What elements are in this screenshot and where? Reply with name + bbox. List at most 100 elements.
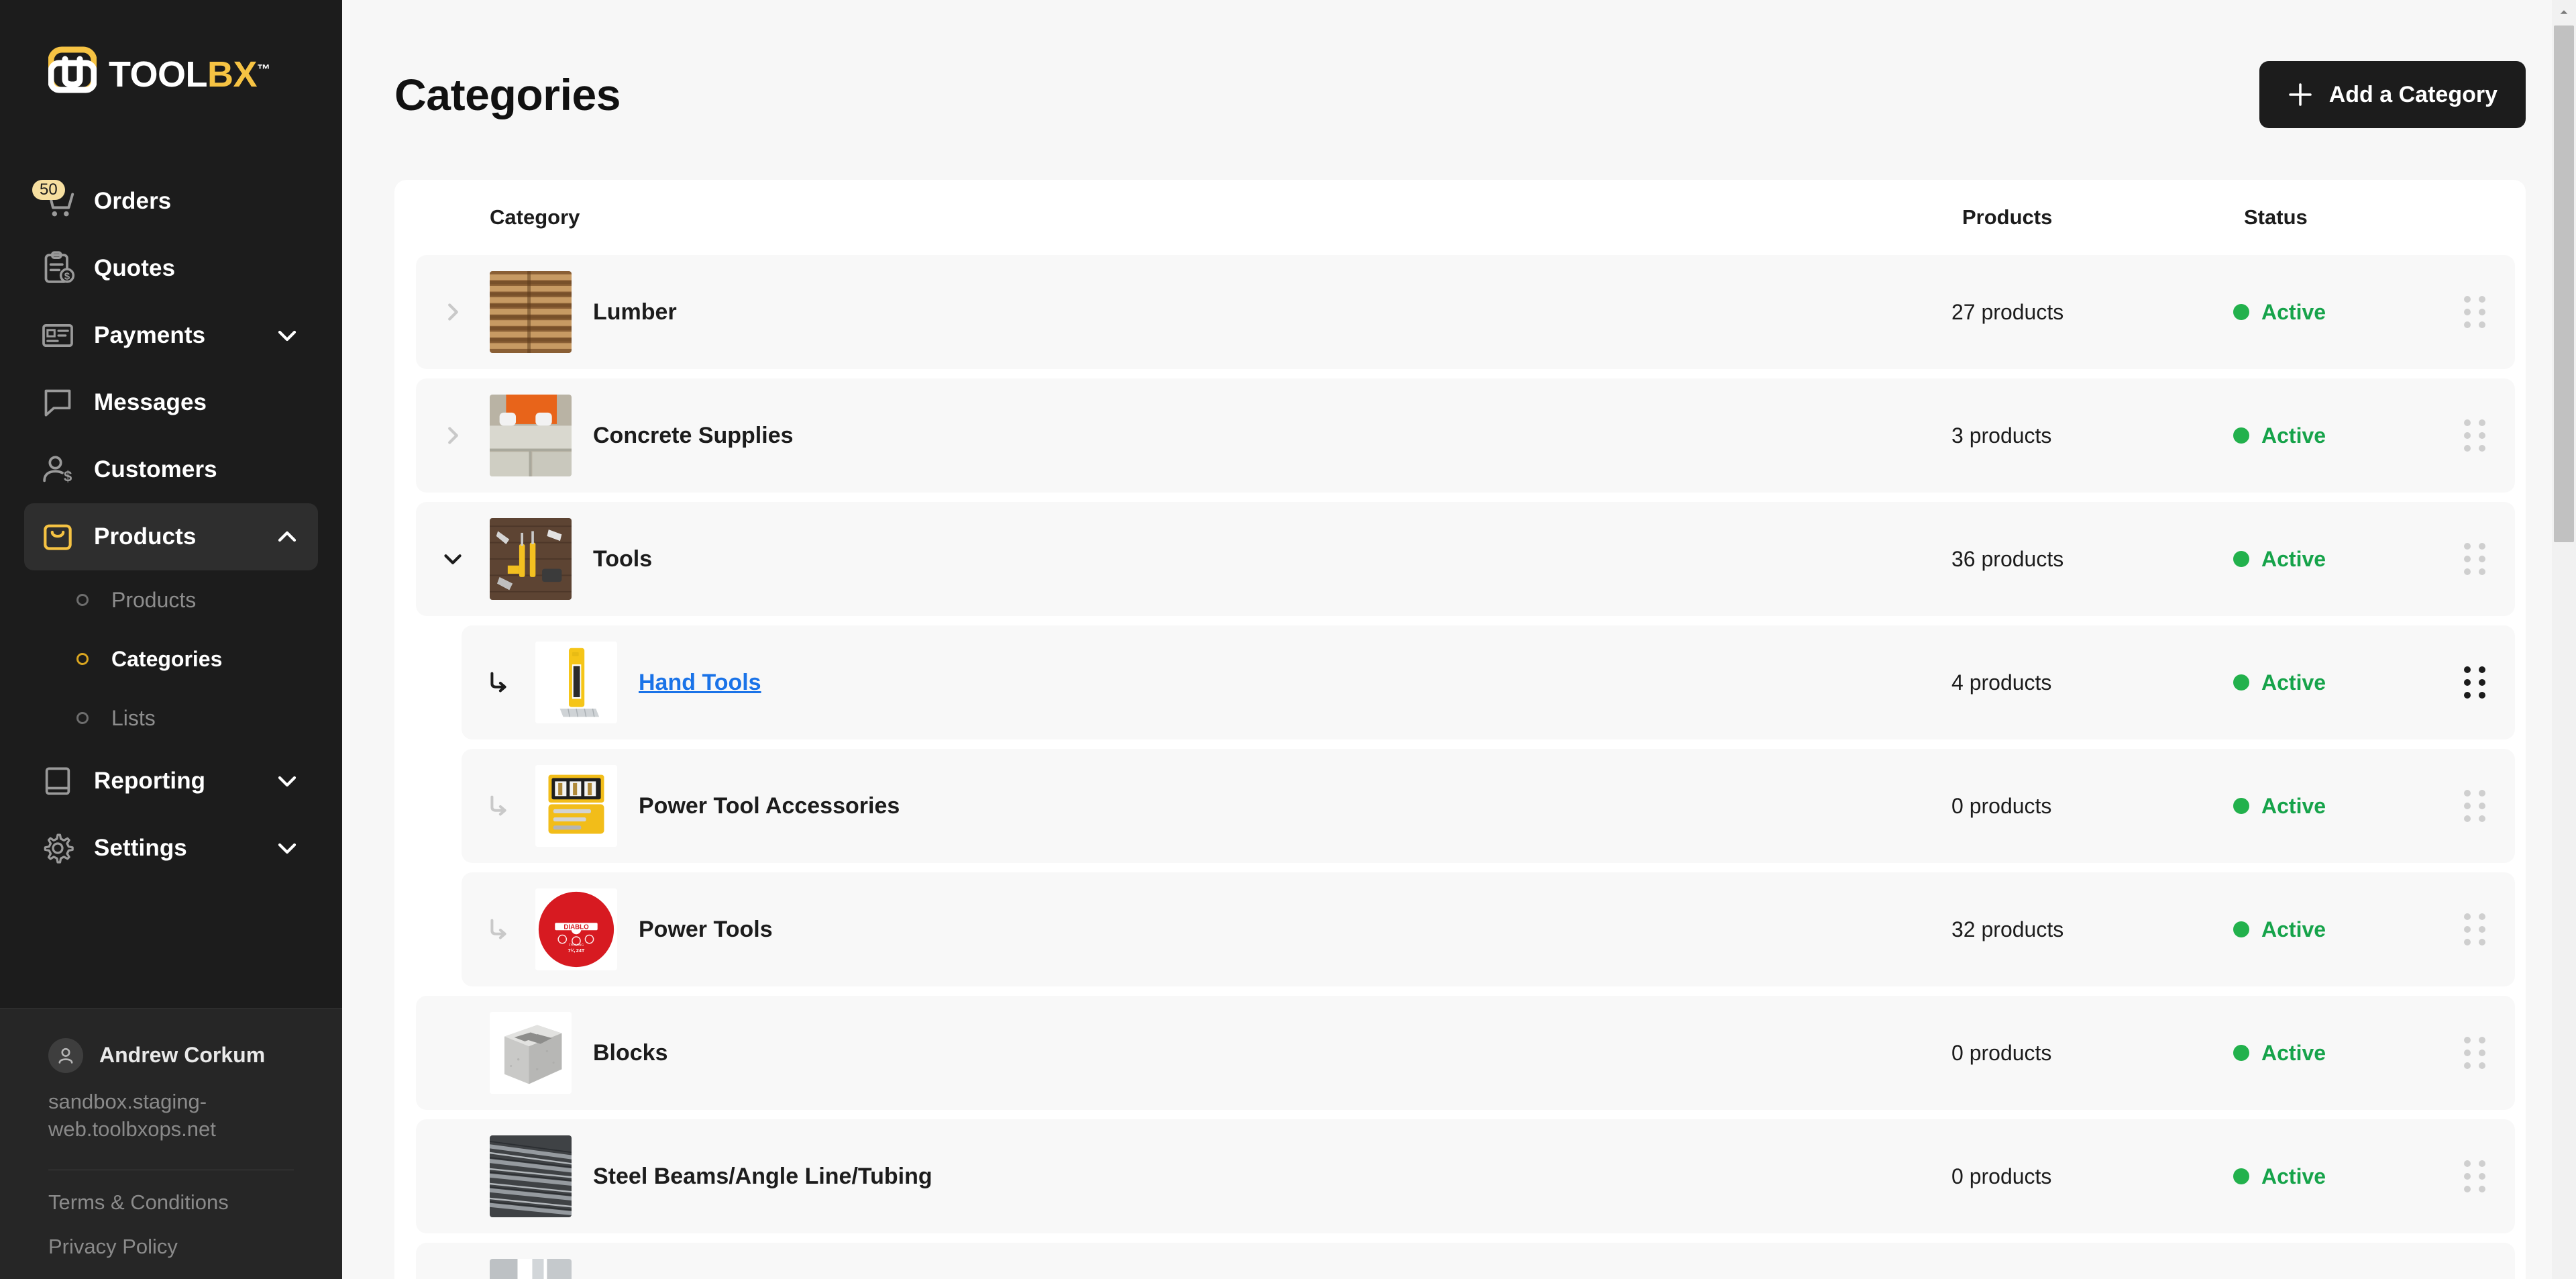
- page-header: Categories Add a Category: [394, 0, 2526, 180]
- customers-icon: $: [39, 451, 76, 489]
- sidebar-subitem-lists[interactable]: Lists: [24, 688, 318, 748]
- sidebar-item-quotes[interactable]: $ Quotes: [24, 235, 318, 302]
- sidebar-sublabel-categories: Categories: [111, 646, 223, 671]
- table-row[interactable]: Tools 36 products Active: [416, 502, 2515, 616]
- bullet-icon: [76, 594, 89, 606]
- scrollbar-thumb[interactable]: [2554, 25, 2574, 542]
- drag-handle-icon[interactable]: [2434, 790, 2515, 822]
- category-name: Lumber: [593, 299, 677, 325]
- sidebar-label-quotes: Quotes: [94, 255, 176, 281]
- category-thumbnail: [490, 395, 572, 476]
- chevron-up-icon[interactable]: [271, 521, 303, 553]
- category-product-count: 0 products: [1951, 1040, 2052, 1065]
- category-name: Steel Beams/Angle Line/Tubing: [593, 1163, 932, 1189]
- category-thumbnail: [490, 271, 572, 353]
- category-product-count: 0 products: [1951, 1164, 2052, 1188]
- category-name: Hand Tools: [617, 670, 1951, 696]
- chevron-right-icon[interactable]: [416, 420, 490, 451]
- brand-name-primary: TOOL: [109, 54, 208, 95]
- table-row[interactable]: Steel Beams/Angle Line/Tubing 0 products…: [416, 1119, 2515, 1233]
- sidebar-nav: 50 Orders $ Quotes Payments Messages $ C…: [0, 141, 342, 1008]
- drag-handle-icon[interactable]: [2434, 913, 2515, 945]
- table-row[interactable]: DIABLO 7¼ 24T FRAMING Power Tools 32 pro…: [462, 872, 2515, 986]
- category-product-count: 32 products: [1951, 917, 2064, 941]
- table-row[interactable]: [416, 1243, 2515, 1279]
- brand-logo[interactable]: TOOLBX™: [0, 0, 342, 141]
- orders-badge: 50: [32, 180, 65, 200]
- drag-handle-icon[interactable]: [2434, 1160, 2515, 1192]
- status-label: Active: [2261, 917, 2326, 941]
- sidebar-item-orders[interactable]: 50 Orders: [24, 168, 318, 235]
- sidebar-item-customers[interactable]: $ Customers: [24, 436, 318, 503]
- bullet-icon-active: [76, 653, 89, 665]
- avatar: [48, 1037, 83, 1073]
- chevron-right-icon[interactable]: [416, 297, 490, 327]
- sidebar-item-messages[interactable]: Messages: [24, 369, 318, 436]
- sidebar-label-products: Products: [94, 523, 197, 550]
- category-thumbnail: [490, 1135, 572, 1217]
- status-badge: Active: [2233, 670, 2434, 695]
- drag-handle-icon[interactable]: [2434, 666, 2515, 699]
- sidebar-item-products[interactable]: Products: [24, 503, 318, 570]
- toolbx-logo-icon: [48, 46, 97, 94]
- book-icon: [39, 762, 76, 800]
- child-branch-icon: [462, 667, 535, 698]
- table-row[interactable]: Concrete Supplies 3 products Active: [416, 378, 2515, 493]
- table-row[interactable]: Hand Tools 4 products Active: [462, 625, 2515, 739]
- child-branch-icon: [462, 790, 535, 821]
- status-dot-icon: [2233, 674, 2249, 690]
- terms-link[interactable]: Terms & Conditions: [0, 1170, 342, 1215]
- add-a-category-button[interactable]: Add a Category: [2259, 61, 2526, 128]
- sidebar-item-reporting[interactable]: Reporting: [24, 748, 318, 815]
- categories-card: Category Products Status Lumber 27 produ…: [394, 180, 2526, 1279]
- chevron-down-icon[interactable]: [416, 544, 490, 574]
- category-name: Tools: [593, 546, 653, 572]
- chevron-down-icon[interactable]: [271, 319, 303, 352]
- status-dot-icon: [2233, 921, 2249, 937]
- table-row[interactable]: Blocks 0 products Active: [416, 996, 2515, 1110]
- chevron-down-icon[interactable]: [271, 832, 303, 864]
- status-badge: Active: [2233, 1164, 2434, 1189]
- column-header-products: Products: [1962, 205, 2053, 229]
- table-header: Category Products Status: [394, 180, 2526, 255]
- category-name-link[interactable]: Hand Tools: [639, 670, 761, 695]
- status-badge: Active: [2233, 547, 2434, 572]
- tenant-host: sandbox.staging-web.toolbxops.net: [48, 1089, 216, 1141]
- drag-handle-icon[interactable]: [2434, 296, 2515, 328]
- status-badge: Active: [2233, 423, 2434, 448]
- sidebar-subitem-products[interactable]: Products: [24, 570, 318, 629]
- chevron-down-icon[interactable]: [271, 765, 303, 797]
- category-name: Blocks: [593, 1039, 668, 1066]
- status-dot-icon: [2233, 427, 2249, 444]
- vertical-scrollbar[interactable]: [2552, 0, 2576, 1279]
- status-label: Active: [2261, 1164, 2326, 1188]
- status-label: Active: [2261, 546, 2326, 571]
- category-thumbnail: [490, 1012, 572, 1094]
- child-branch-icon: [462, 914, 535, 945]
- brand-name-accent: BX: [207, 54, 258, 95]
- drag-handle-icon[interactable]: [2434, 419, 2515, 452]
- sidebar-sublabel-products: Products: [111, 587, 197, 612]
- sidebar-subitem-categories[interactable]: Categories: [24, 629, 318, 688]
- user-profile[interactable]: Andrew Corkum: [0, 1009, 342, 1073]
- status-dot-icon: [2233, 551, 2249, 567]
- svg-text:7¼ 24T: 7¼ 24T: [568, 948, 585, 954]
- table-row[interactable]: Power Tool Accessories 0 products Active: [462, 749, 2515, 863]
- category-product-count: 3 products: [1951, 423, 2052, 448]
- category-product-count: 36 products: [1951, 546, 2064, 571]
- sidebar-sublabel-lists: Lists: [111, 705, 156, 730]
- trademark-symbol: ™: [257, 62, 270, 77]
- drag-handle-icon[interactable]: [2434, 1037, 2515, 1069]
- category-thumbnail: DIABLO 7¼ 24T FRAMING: [535, 888, 617, 970]
- status-dot-icon: [2233, 1045, 2249, 1061]
- status-badge: Active: [2233, 1041, 2434, 1066]
- category-thumbnail: [490, 1259, 572, 1279]
- status-label: Active: [2261, 670, 2326, 695]
- sidebar-item-payments[interactable]: Payments: [24, 302, 318, 369]
- sidebar-item-settings[interactable]: Settings: [24, 815, 318, 882]
- drag-handle-icon[interactable]: [2434, 543, 2515, 575]
- scroll-up-arrow-icon[interactable]: [2552, 0, 2576, 24]
- table-row[interactable]: Lumber 27 products Active: [416, 255, 2515, 369]
- category-thumbnail: [535, 642, 617, 723]
- privacy-link[interactable]: Privacy Policy: [0, 1215, 342, 1259]
